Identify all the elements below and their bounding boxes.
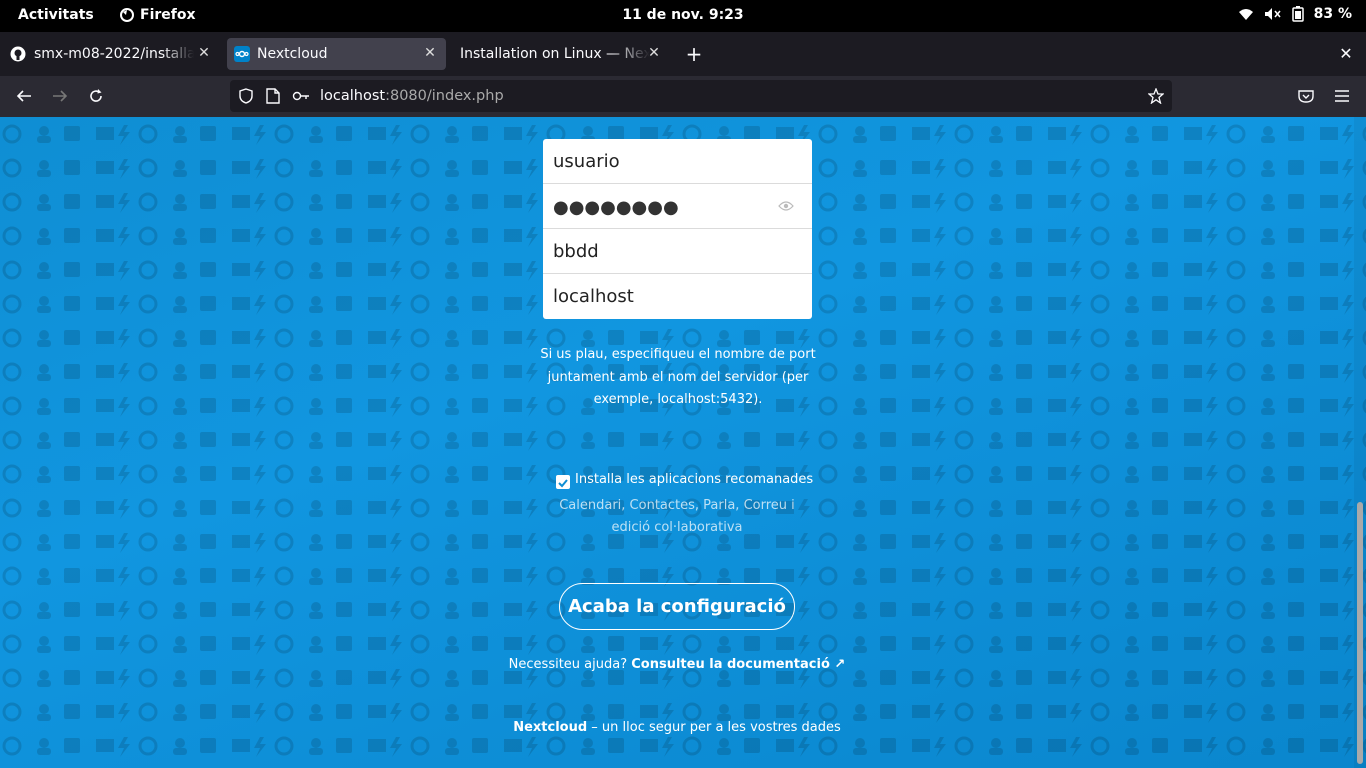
tab-close-icon[interactable]: ✕ [646, 45, 662, 61]
reload-icon [90, 89, 102, 102]
checkmark-icon [558, 479, 568, 488]
bookmark-star-icon[interactable] [1148, 88, 1164, 104]
help-text: Necessiteu ajuda? [508, 657, 628, 672]
page-icon [266, 88, 280, 104]
database-form: ●●●●●●●● [543, 139, 812, 319]
db-password-field[interactable]: ●●●●●●●● [543, 184, 812, 229]
tab-title: smx-m08-2022/installaci [34, 46, 194, 62]
github-icon [10, 46, 26, 62]
tab-strip: smx-m08-2022/installaci ✕ Nextcloud ✕ In… [0, 32, 1366, 76]
url-text[interactable]: localhost:8080/index.php [320, 88, 504, 104]
db-host-field[interactable] [543, 274, 812, 319]
window-close-button[interactable]: ✕ [1336, 44, 1356, 64]
forward-arrow-icon [53, 90, 68, 102]
help-line: Necessiteu ajuda? Consulteu la documenta… [0, 657, 1354, 672]
install-apps-label[interactable]: Installa les aplicacions recomanades [575, 472, 813, 487]
clock: 11 de nov. 9:23 [622, 7, 744, 23]
db-password-mask: ●●●●●●●● [553, 197, 679, 218]
firefox-icon [120, 8, 134, 22]
scrollbar-thumb[interactable] [1357, 502, 1363, 764]
forward-button[interactable] [48, 84, 72, 108]
install-apps-description: Calendari, Contactes, Parla, Correu i ed… [559, 498, 795, 535]
activities-button[interactable]: Activitats [18, 7, 94, 23]
url-bar[interactable]: localhost:8080/index.php [230, 80, 1172, 112]
tab-title: Installation on Linux — Nextc [460, 46, 650, 62]
key-icon [292, 91, 309, 101]
battery-icon [1291, 6, 1304, 22]
tab-nextcloud[interactable]: Nextcloud ✕ [227, 38, 446, 70]
reload-button[interactable] [84, 84, 108, 108]
tab-close-icon[interactable]: ✕ [422, 45, 438, 61]
new-tab-button[interactable]: + [684, 44, 704, 64]
pocket-icon [1298, 90, 1314, 103]
footer-tagline: – un lloc segur per a les vostres dades [587, 720, 841, 735]
nextcloud-icon [234, 46, 250, 62]
finish-setup-button[interactable]: Acaba la configuració [559, 583, 795, 630]
hamburger-menu-icon [1335, 90, 1349, 102]
documentation-link[interactable]: Consulteu la documentació ↗ [631, 657, 845, 672]
footer-brand-link[interactable]: Nextcloud [513, 720, 587, 735]
tab-github[interactable]: smx-m08-2022/installaci ✕ [4, 38, 220, 70]
navigation-toolbar: localhost:8080/index.php [0, 76, 1366, 117]
show-password-eye-icon[interactable] [778, 200, 794, 212]
tab-installation-linux[interactable]: Installation on Linux — Nextc ✕ [452, 38, 670, 70]
db-name-field[interactable] [543, 229, 812, 274]
tab-close-icon[interactable]: ✕ [196, 45, 212, 61]
back-button[interactable] [12, 84, 36, 108]
app-menu[interactable]: Firefox [120, 7, 196, 23]
page-scrollbar[interactable] [1354, 117, 1366, 768]
pocket-button[interactable] [1294, 84, 1318, 108]
tab-title: Nextcloud [257, 46, 328, 62]
battery-percent: 83 % [1313, 6, 1352, 22]
install-apps-checkbox[interactable] [556, 475, 570, 489]
system-top-bar: Activitats Firefox 11 de nov. 9:23 83 % [0, 0, 1366, 32]
url-host: localhost [320, 88, 386, 104]
db-host-input[interactable] [543, 274, 812, 319]
volume-icon [1264, 8, 1281, 20]
back-arrow-icon [16, 90, 31, 102]
system-tray[interactable]: 83 % [1238, 6, 1352, 22]
footer: Nextcloud – un lloc segur per a les vost… [0, 720, 1354, 735]
db-name-input[interactable] [543, 229, 812, 273]
url-path: :8080/index.php [385, 88, 504, 104]
db-host-hint: Si us plau, especifiqueu el nombre de po… [540, 347, 816, 407]
menu-button[interactable] [1330, 84, 1354, 108]
db-user-field[interactable] [543, 139, 812, 184]
wifi-icon [1238, 9, 1253, 20]
app-name: Firefox [140, 7, 196, 23]
nextcloud-setup-page: ●●●●●●●● Si us plau, especifiqueu el nom… [0, 117, 1366, 768]
shield-icon [239, 88, 253, 104]
db-user-input[interactable] [543, 139, 812, 183]
